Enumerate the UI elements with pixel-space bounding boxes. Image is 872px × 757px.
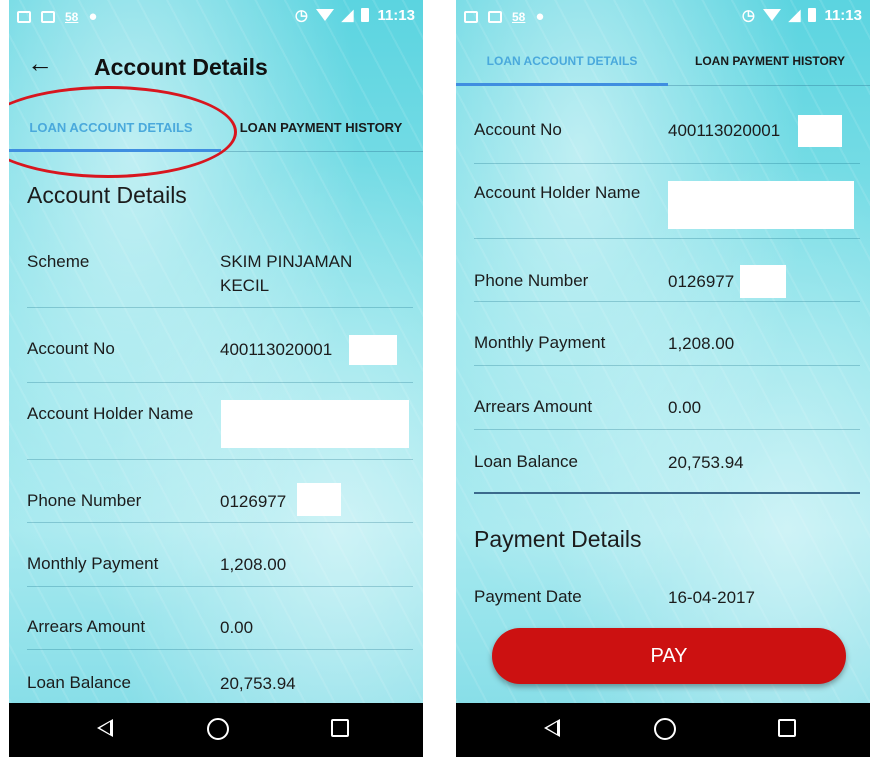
row-label: Loan Balance	[474, 452, 578, 471]
detail-row-arrears-amount: Arrears Amount 0.00	[474, 367, 860, 430]
detail-row-account-holder-name: Account Holder Name	[474, 165, 860, 239]
tab-loan-account-details[interactable]: LOAN ACCOUNT DETAILS	[456, 36, 668, 86]
back-arrow-icon[interactable]: ←	[27, 48, 53, 79]
tab-loan-payment-history[interactable]: LOAN PAYMENT HISTORY	[221, 102, 421, 152]
notification-icon	[17, 10, 31, 23]
alarm-icon: ◷	[741, 7, 755, 24]
detail-row-account-holder-name: Account Holder Name	[27, 384, 413, 460]
redaction-box	[297, 483, 341, 516]
redaction-box	[349, 335, 397, 365]
detail-row-loan-balance: Loan Balance 20,753.94	[474, 431, 860, 491]
nav-home-icon[interactable]	[654, 718, 676, 740]
row-value: 16-04-2017	[668, 588, 755, 607]
row-value: 0126977	[668, 272, 735, 291]
row-label: Account No	[27, 339, 115, 358]
row-label: Arrears Amount	[474, 397, 593, 416]
wifi-icon	[315, 9, 334, 21]
nav-back-icon[interactable]	[544, 719, 560, 737]
tab-bar: LOAN ACCOUNT DETAILS LOAN PAYMENT HISTOR…	[456, 36, 870, 86]
status-bar: 58 ● ◷ ◢ 11:13	[456, 0, 870, 34]
status-bar: 58 ● ◷ ◢ 11:13	[9, 0, 423, 34]
row-value: 400113020001	[668, 121, 781, 140]
status-time: 11:13	[824, 6, 862, 24]
row-label: Phone Number	[474, 271, 589, 290]
notification-badge: 58	[65, 9, 79, 24]
nav-back-icon[interactable]	[97, 719, 113, 737]
tab-indicator	[456, 83, 668, 86]
row-label: Phone Number	[27, 491, 142, 510]
system-nav-bar	[456, 703, 870, 757]
detail-row-phone-number: Phone Number 0126977	[27, 461, 413, 523]
row-label: Scheme	[27, 252, 90, 271]
page-title: Account Details	[94, 54, 268, 80]
row-value: 0.00	[220, 618, 254, 637]
nav-recent-icon[interactable]	[778, 719, 796, 737]
detail-row-account-no: Account No 400113020001	[474, 100, 860, 164]
row-value: 0.00	[668, 398, 702, 417]
wifi-icon	[762, 9, 781, 21]
app-bar: ← Account Details	[9, 40, 423, 90]
row-label: Monthly Payment	[27, 554, 159, 573]
detail-row-monthly-payment: Monthly Payment 1,208.00	[474, 303, 860, 366]
row-value: 20,753.94	[220, 674, 296, 693]
detail-row-monthly-payment: Monthly Payment 1,208.00	[27, 524, 413, 587]
alarm-icon: ◷	[294, 7, 308, 24]
row-label: Arrears Amount	[27, 617, 146, 636]
section-title: Account Details	[27, 182, 187, 208]
tab-loan-payment-history[interactable]: LOAN PAYMENT HISTORY	[668, 36, 870, 86]
payment-row-date: Payment Date 16-04-2017	[474, 572, 860, 620]
nav-recent-icon[interactable]	[331, 719, 349, 737]
system-nav-bar	[9, 703, 423, 757]
row-value: 0126977	[220, 492, 287, 511]
signal-icon: ◢	[788, 7, 801, 24]
battery-icon	[361, 8, 370, 22]
detail-row-phone-number: Phone Number 0126977	[474, 240, 860, 302]
detail-row-scheme: Scheme SKIM PINJAMAN KECIL	[27, 240, 413, 308]
row-value: 400113020001	[220, 340, 333, 359]
row-label: Account Holder Name	[474, 183, 641, 202]
row-value: 1,208.00	[220, 555, 287, 574]
android-icon: ●	[535, 8, 545, 25]
row-value: 20,753.94	[668, 453, 744, 472]
phone-screen-right: 58 ● ◷ ◢ 11:13 LOAN ACCOUNT DETAILS LOAN…	[456, 0, 870, 757]
notification-badge: 58	[512, 9, 526, 24]
image-icon	[488, 10, 502, 23]
row-label: Payment Date	[474, 587, 582, 606]
row-value: SKIM PINJAMAN KECIL	[220, 252, 353, 295]
section-divider	[474, 492, 860, 494]
redaction-box	[668, 181, 854, 229]
row-label: Loan Balance	[27, 673, 131, 692]
payment-section-title: Payment Details	[474, 526, 642, 552]
battery-icon	[808, 8, 817, 22]
highlight-annotation	[9, 86, 237, 178]
image-icon	[41, 10, 55, 23]
pay-button[interactable]: PAY	[492, 628, 846, 684]
phone-screen-left: 58 ● ◷ ◢ 11:13 ← Account Details LOAN AC…	[9, 0, 423, 757]
detail-row-arrears-amount: Arrears Amount 0.00	[27, 588, 413, 650]
status-time: 11:13	[377, 6, 415, 24]
detail-row-account-no: Account No 400113020001	[27, 309, 413, 383]
row-value: 1,208.00	[668, 334, 735, 353]
signal-icon: ◢	[341, 7, 354, 24]
row-label: Account No	[474, 120, 562, 139]
detail-row-loan-balance: Loan Balance 20,753.94	[27, 651, 413, 703]
redaction-box	[221, 400, 409, 448]
nav-home-icon[interactable]	[207, 718, 229, 740]
row-label: Monthly Payment	[474, 333, 606, 352]
redaction-box	[798, 115, 842, 147]
android-icon: ●	[88, 8, 98, 25]
row-label: Account Holder Name	[27, 404, 194, 423]
redaction-box	[740, 265, 786, 298]
notification-icon	[464, 10, 478, 23]
